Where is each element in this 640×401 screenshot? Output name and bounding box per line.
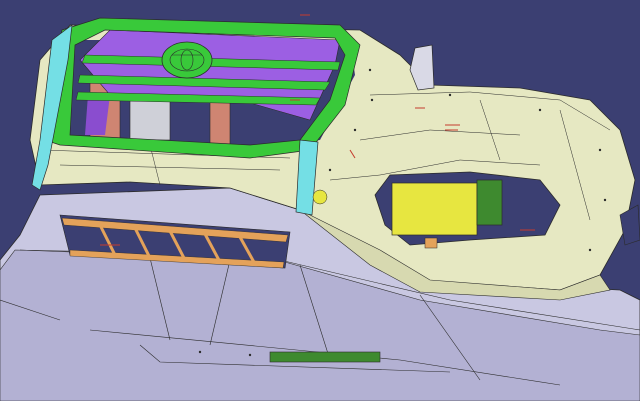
fog-lamp-mount[interactable]: [476, 179, 503, 226]
grille-emblem[interactable]: [161, 41, 213, 79]
fog-lamp-bracket: [424, 237, 438, 249]
fog-lamp[interactable]: [391, 182, 478, 236]
cad-3d-viewport[interactable]: [0, 0, 640, 401]
bumper-model-canvas[interactable]: [0, 0, 640, 401]
sensor-dot: [312, 189, 328, 205]
bottom-skid-plate[interactable]: [269, 351, 381, 363]
